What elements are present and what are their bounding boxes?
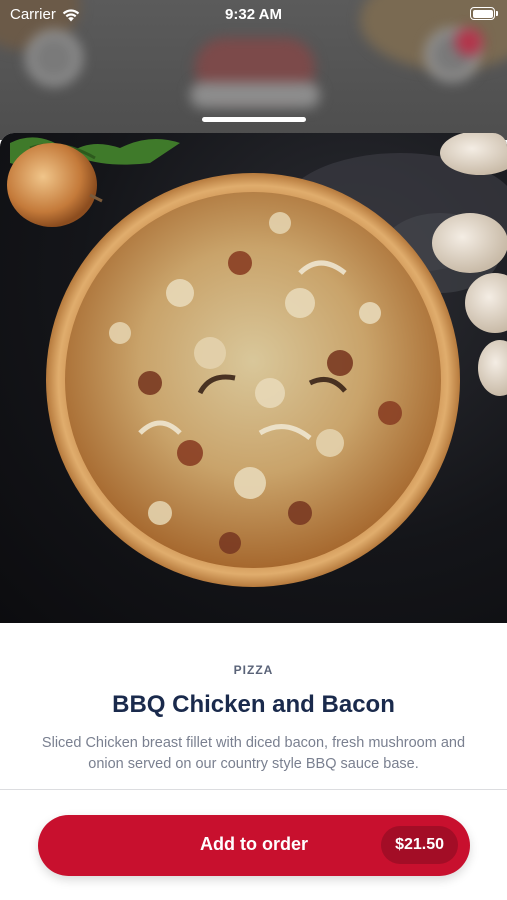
- status-bar: Carrier 9:32 AM: [0, 0, 507, 28]
- price-badge: $21.50: [381, 826, 458, 864]
- background-logo-base: [190, 82, 320, 108]
- background-menu-icon: [26, 30, 82, 86]
- battery-icon: [470, 7, 498, 20]
- product-image: [0, 133, 507, 623]
- product-sheet: PIZZA BBQ Chicken and Bacon Sliced Chick…: [0, 133, 507, 900]
- product-description: Sliced Chicken breast fillet with diced …: [41, 735, 466, 772]
- product-category: PIZZA: [233, 663, 274, 677]
- sheet-grabber[interactable]: [202, 117, 306, 122]
- battery-tip: [496, 11, 498, 16]
- clock: 9:32 AM: [225, 6, 282, 23]
- divider: [0, 789, 507, 790]
- background-cart-badge: [455, 28, 483, 56]
- battery-level: [472, 9, 493, 18]
- product-title: BBQ Chicken and Bacon: [112, 691, 395, 718]
- pizza-photo: [7, 133, 507, 587]
- add-to-order-button[interactable]: Add to order $21.50: [38, 815, 470, 876]
- product-info: PIZZA BBQ Chicken and Bacon Sliced Chick…: [0, 623, 507, 775]
